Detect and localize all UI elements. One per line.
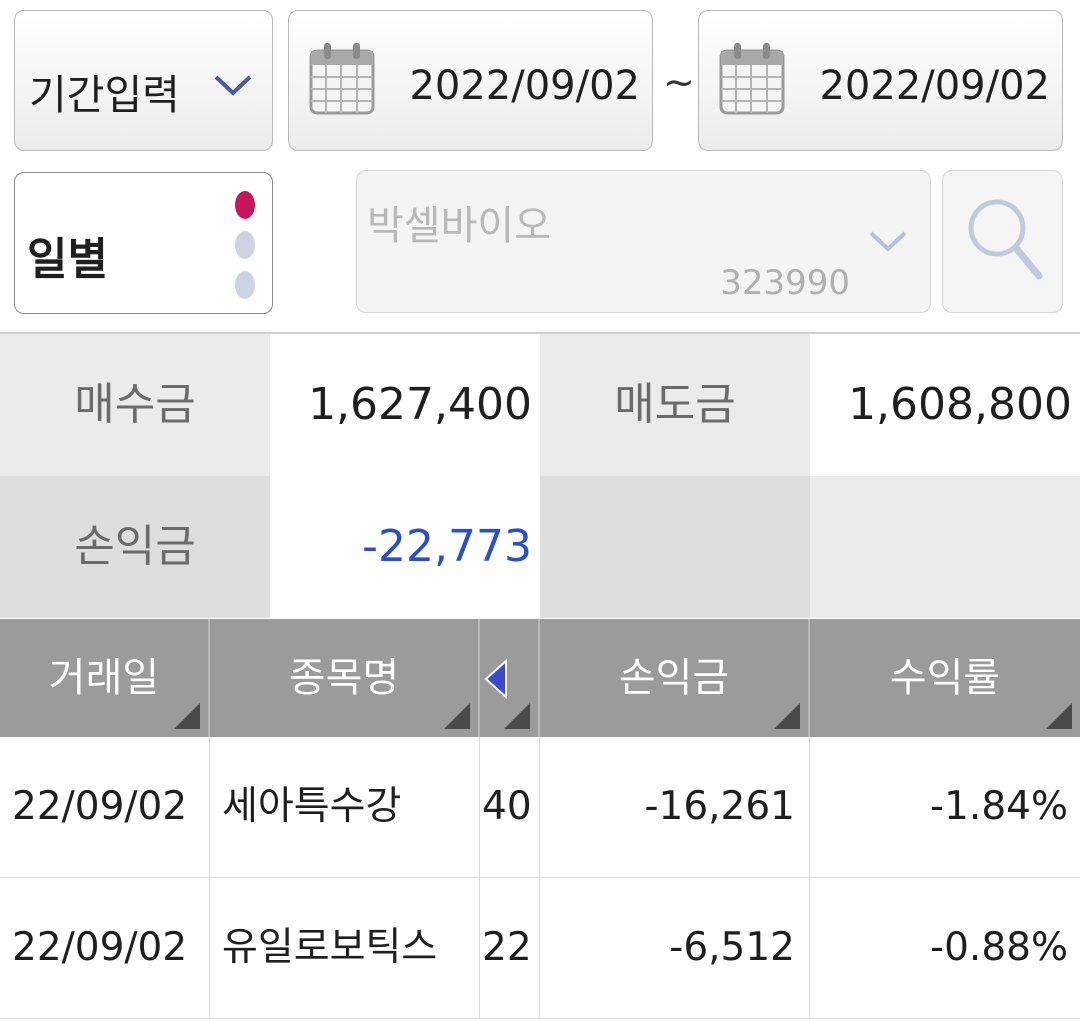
buy-amount-value: 1,627,400	[270, 334, 540, 476]
stock-code: 323990	[720, 263, 850, 303]
table-row[interactable]: 22/09/02 유일로보틱스 22 -6,512 -0.88%	[0, 878, 1080, 1019]
period-label: 기간입력	[29, 71, 180, 119]
empty-value-cell	[810, 476, 1080, 618]
date-range-separator: ~	[663, 60, 695, 104]
stock-selector[interactable]: 박셀바이오 323990	[356, 170, 931, 313]
page-indicator-active-dot	[235, 191, 255, 219]
stock-name: 유일로보틱스	[210, 878, 480, 1018]
start-date-picker[interactable]: 2022/09/02	[288, 10, 653, 151]
end-date-value: 2022/09/02	[819, 63, 1050, 109]
header-pnl[interactable]: 손익금	[540, 619, 810, 737]
sort-corner-icon	[444, 703, 470, 729]
daily-label: 일별	[27, 234, 108, 285]
page-indicator-dot	[235, 231, 255, 259]
daily-mode-toggle[interactable]: 일별	[14, 172, 273, 314]
trade-date: 22/09/02	[0, 878, 210, 1018]
sort-corner-icon	[774, 703, 800, 729]
search-button[interactable]	[942, 170, 1063, 313]
pnl-value: -22,773	[270, 476, 540, 618]
chevron-down-icon	[869, 231, 907, 252]
return-rate: -0.88%	[930, 925, 1068, 970]
trade-date: 22/09/02	[0, 737, 210, 877]
pnl-label: 손익금	[0, 476, 270, 618]
quantity: 40	[480, 737, 540, 877]
sell-amount-value: 1,608,800	[810, 334, 1080, 476]
buy-amount-label: 매수금	[0, 334, 270, 476]
calendar-icon	[719, 43, 785, 115]
end-date-picker[interactable]: 2022/09/02	[698, 10, 1063, 151]
stock-name: 세아특수강	[210, 737, 480, 877]
return-rate: -1.84%	[930, 784, 1068, 829]
chevron-down-icon	[214, 75, 252, 96]
sort-corner-icon	[504, 703, 530, 729]
header-return-rate[interactable]: 수익률	[810, 619, 1080, 737]
stock-name: 박셀바이오	[367, 203, 551, 249]
header-trade-date[interactable]: 거래일	[0, 619, 210, 737]
scroll-left-icon[interactable]	[482, 659, 508, 699]
sort-corner-icon	[174, 703, 200, 729]
search-icon	[968, 199, 1043, 280]
empty-label-cell	[540, 476, 810, 618]
summary-panel: 매수금 1,627,400 매도금 1,608,800 손익금 -22,773	[0, 332, 1080, 618]
quantity: 22	[480, 878, 540, 1018]
table-row[interactable]: 22/09/02 세아특수강 40 -16,261 -1.84%	[0, 737, 1080, 878]
header-hidden-column[interactable]	[480, 619, 540, 737]
pnl-amount: -6,512	[540, 878, 810, 1018]
period-input-dropdown[interactable]: 기간입력	[14, 10, 273, 151]
page-indicator-dot	[235, 271, 255, 299]
sort-corner-icon	[1046, 703, 1072, 729]
sell-amount-label: 매도금	[540, 334, 810, 476]
header-stock-name[interactable]: 종목명	[210, 619, 480, 737]
start-date-value: 2022/09/02	[409, 63, 640, 109]
pnl-amount: -16,261	[540, 737, 810, 877]
calendar-icon	[309, 43, 375, 115]
